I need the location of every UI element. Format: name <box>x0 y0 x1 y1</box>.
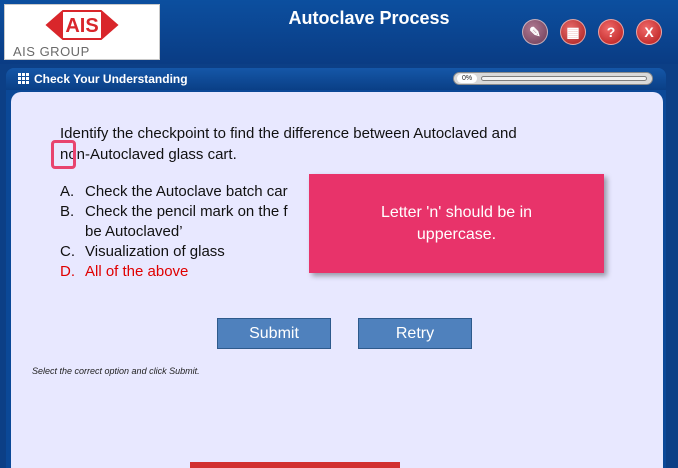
option-letter: B. <box>60 203 75 220</box>
document-button[interactable]: ✎ <box>522 19 548 45</box>
question-content: Identify the checkpoint to find the diff… <box>11 92 663 468</box>
option-text: Check the pencil mark on the f <box>85 203 288 220</box>
logo-subtitle: AIS GROUP <box>13 44 90 59</box>
option-letter: D. <box>60 263 75 280</box>
sitemap-icon: ▦ <box>566 23 580 40</box>
option-text: be Autoclaved’ <box>85 223 183 240</box>
instruction-text: Select the correct option and click Subm… <box>32 366 200 376</box>
retry-button[interactable]: Retry <box>358 318 472 349</box>
bottom-accent-strip <box>190 462 400 468</box>
option-text: Check the Autoclave batch car <box>85 183 288 200</box>
menu-button[interactable]: ▦ <box>560 19 586 45</box>
option-text: All of the above <box>85 263 189 280</box>
question-line-2: non-Autoclaved glass cart. <box>60 146 237 163</box>
option-text: Visualization of glass <box>85 243 225 260</box>
ais-logo-mark: AIS <box>45 10 119 40</box>
logo-text: AIS <box>65 15 98 37</box>
review-highlight-marker <box>51 140 76 169</box>
submit-button[interactable]: Submit <box>217 318 331 349</box>
question-mark-icon: ? <box>606 24 616 40</box>
option-letter: A. <box>60 183 75 200</box>
grid-icon <box>18 73 29 84</box>
help-button[interactable]: ? <box>598 19 624 45</box>
ais-logo: AIS AIS GROUP <box>4 4 160 60</box>
option-letter <box>60 222 85 242</box>
panel-title: Check Your Understanding <box>34 72 188 86</box>
close-icon: X <box>644 24 654 40</box>
header-bar: AIS AIS GROUP Autoclave Process ✎ ▦ ? X <box>0 0 678 64</box>
app-title: Autoclave Process <box>288 8 450 28</box>
question-text: Identify the checkpoint to find the diff… <box>60 123 600 165</box>
panel-title-bar: Check Your Understanding 0% <box>6 68 666 90</box>
progress-percent: 0% <box>457 74 477 83</box>
question-line-1: Identify the checkpoint to find the diff… <box>60 125 517 142</box>
pencil-icon: ✎ <box>529 23 541 40</box>
option-letter: C. <box>60 243 75 260</box>
exit-button[interactable]: X <box>636 19 662 45</box>
elearning-window: AIS AIS GROUP Autoclave Process ✎ ▦ ? X <box>0 0 678 468</box>
progress-bar: 0% <box>453 72 653 85</box>
progress-track <box>481 76 647 81</box>
review-comment-box: Letter 'n' should be in uppercase. <box>309 174 604 273</box>
